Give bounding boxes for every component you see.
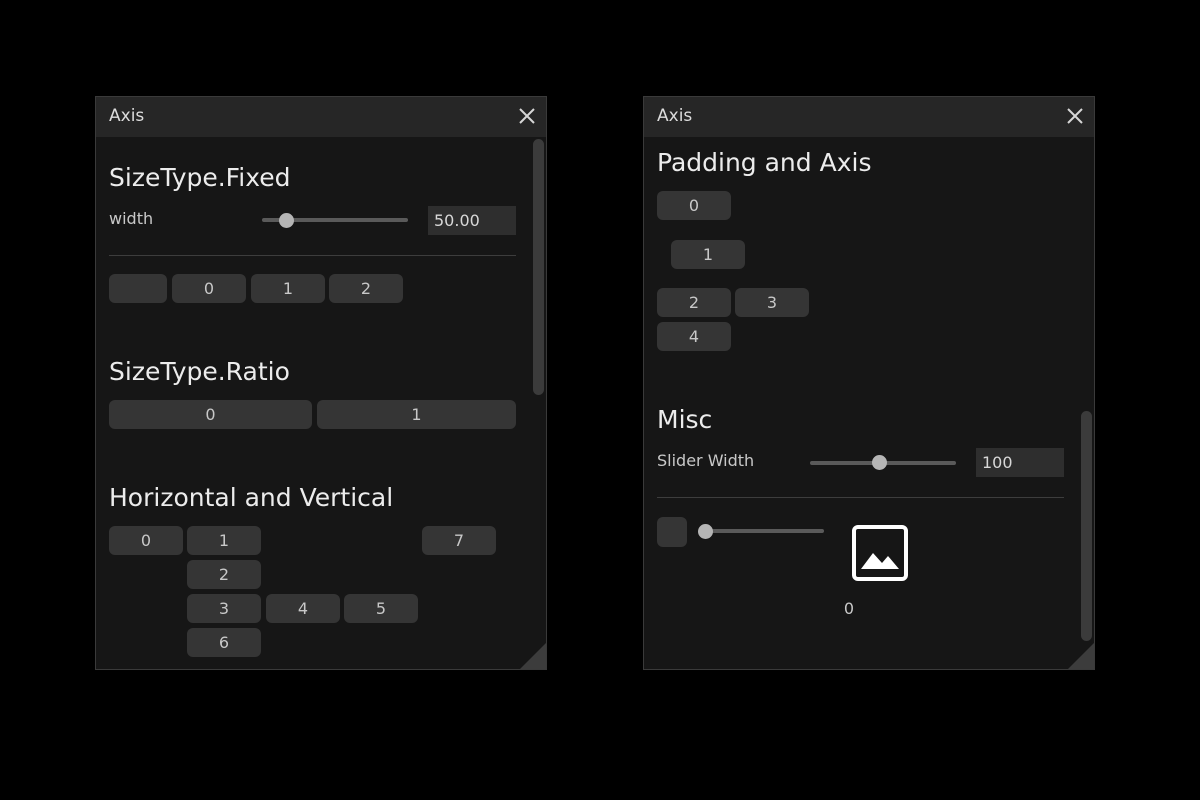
axis-window-right: Axis Padding and Axis 0 1 2 3 4 Misc Sli… — [643, 96, 1095, 670]
axis-window-left: Axis SizeType.Fixed width 50.00 0 1 2 Si… — [95, 96, 547, 670]
padding-button-4[interactable]: 4 — [657, 322, 731, 351]
padding-button-2[interactable]: 2 — [657, 288, 731, 317]
hv-button-6[interactable]: 6 — [187, 628, 261, 657]
divider — [657, 497, 1064, 498]
ratio-button-0[interactable]: 0 — [109, 400, 312, 429]
image-icon — [852, 525, 908, 581]
image-caption: 0 — [843, 599, 855, 618]
section-heading-ratio: SizeType.Ratio — [109, 357, 290, 386]
fixed-button-1[interactable]: 1 — [251, 274, 325, 303]
scrollbar[interactable] — [1078, 137, 1094, 669]
scrollbar[interactable] — [530, 137, 546, 669]
scrollbar-thumb[interactable] — [533, 139, 544, 395]
close-icon[interactable] — [1066, 107, 1084, 125]
hv-button-5[interactable]: 5 — [344, 594, 418, 623]
padding-button-0[interactable]: 0 — [657, 191, 731, 220]
slider-width-value-field[interactable]: 100 — [976, 448, 1064, 477]
window-title: Axis — [657, 106, 693, 126]
section-heading-misc: Misc — [657, 405, 713, 434]
divider — [109, 255, 516, 256]
resize-grip-icon[interactable] — [1068, 643, 1094, 669]
hv-button-3[interactable]: 3 — [187, 594, 261, 623]
titlebar[interactable]: Axis — [96, 97, 546, 137]
slider-width-thumb[interactable] — [872, 455, 887, 470]
slider-width-label: Slider Width — [657, 451, 755, 470]
section-heading-horizontal-vertical: Horizontal and Vertical — [109, 483, 394, 512]
padding-button-1[interactable]: 1 — [671, 240, 745, 269]
scrollbar-thumb[interactable] — [1081, 411, 1092, 641]
ratio-button-1[interactable]: 1 — [317, 400, 516, 429]
width-slider-thumb[interactable] — [279, 213, 294, 228]
checkbox[interactable] — [657, 517, 687, 547]
hv-button-7[interactable]: 7 — [422, 526, 496, 555]
fixed-button-empty[interactable] — [109, 274, 167, 303]
window-title: Axis — [109, 106, 145, 126]
hv-button-0[interactable]: 0 — [109, 526, 183, 555]
misc-slider[interactable] — [702, 529, 824, 533]
hv-button-4[interactable]: 4 — [266, 594, 340, 623]
section-heading-padding-axis: Padding and Axis — [657, 148, 872, 177]
section-heading-fixed: SizeType.Fixed — [109, 163, 291, 192]
padding-button-3[interactable]: 3 — [735, 288, 809, 317]
titlebar[interactable]: Axis — [644, 97, 1094, 137]
fixed-button-0[interactable]: 0 — [172, 274, 246, 303]
misc-slider-thumb[interactable] — [698, 524, 713, 539]
width-label: width — [109, 209, 154, 228]
width-value-field[interactable]: 50.00 — [428, 206, 516, 235]
close-icon[interactable] — [518, 107, 536, 125]
hv-button-1[interactable]: 1 — [187, 526, 261, 555]
hv-button-2[interactable]: 2 — [187, 560, 261, 589]
resize-grip-icon[interactable] — [520, 643, 546, 669]
fixed-button-2[interactable]: 2 — [329, 274, 403, 303]
